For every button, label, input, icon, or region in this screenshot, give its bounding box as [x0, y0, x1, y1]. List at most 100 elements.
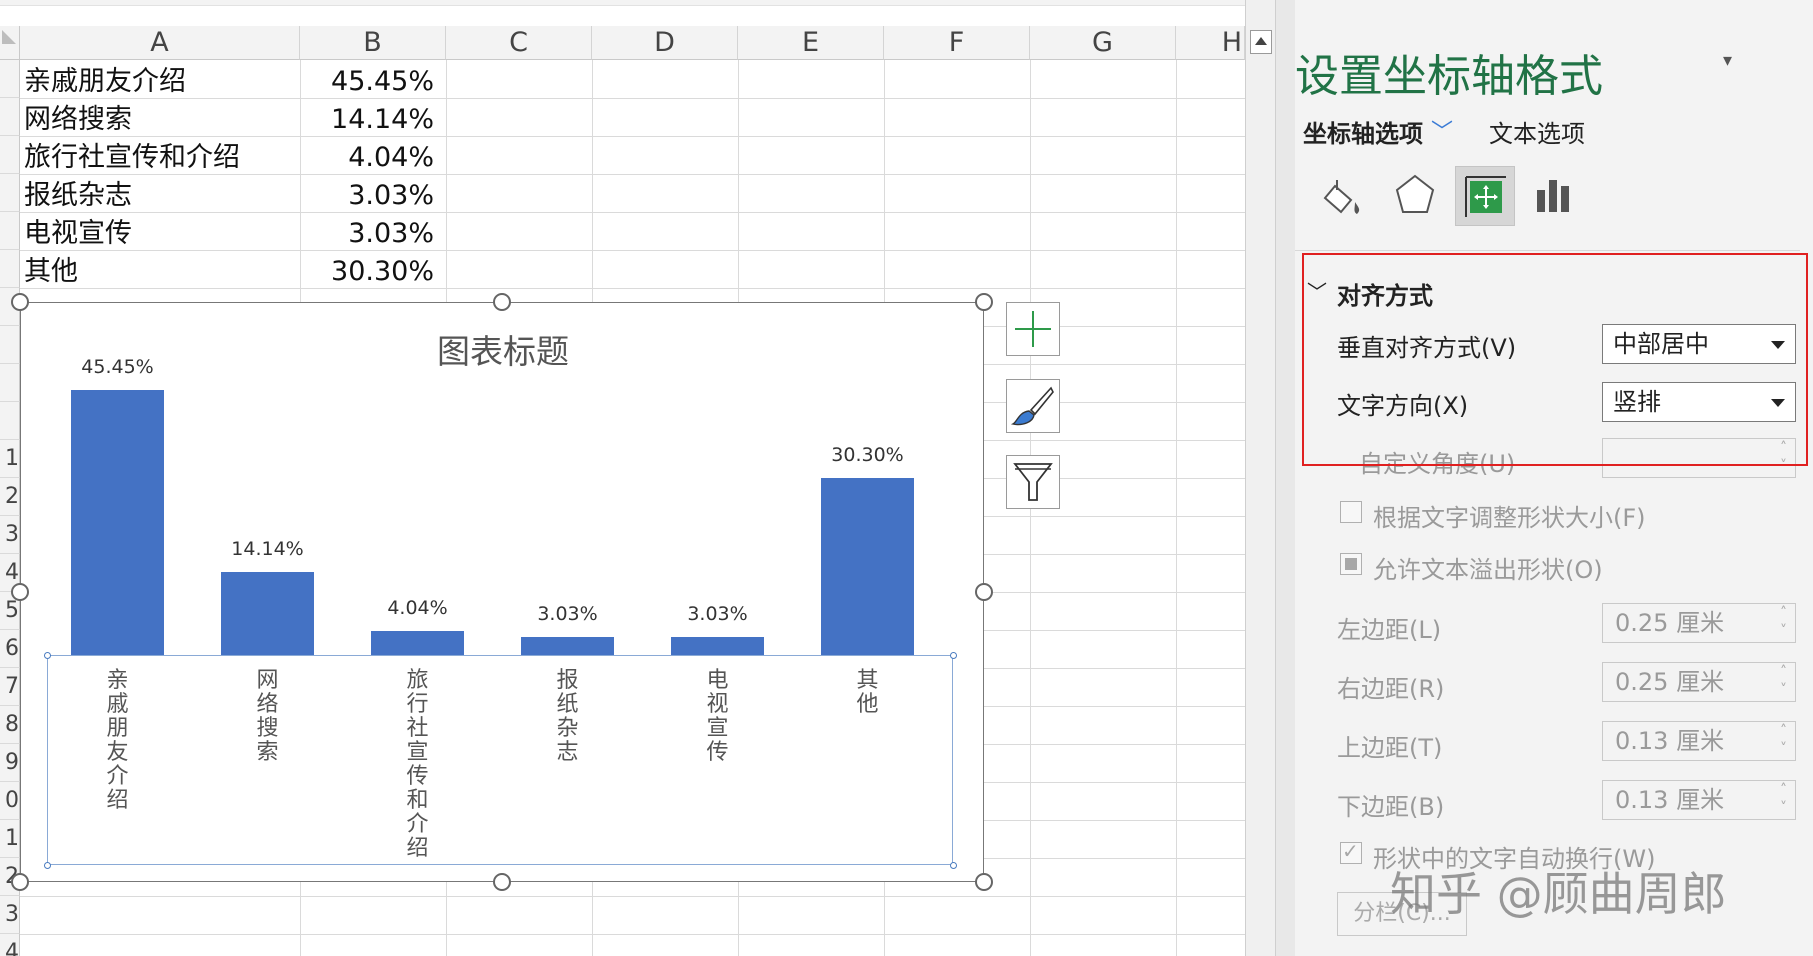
chart-resize-handle[interactable] — [975, 873, 993, 891]
axis-options-button[interactable] — [1525, 166, 1585, 226]
chart-resize-handle[interactable] — [11, 293, 29, 311]
cell-a4[interactable]: 报纸杂志 — [24, 177, 132, 215]
row-header[interactable]: 0 — [0, 782, 20, 820]
chart-resize-handle[interactable] — [11, 583, 29, 601]
bar-1[interactable] — [221, 572, 314, 655]
bar-3[interactable] — [521, 637, 614, 655]
row-header[interactable]: 8 — [0, 706, 20, 744]
column-header-g[interactable]: G — [1030, 26, 1176, 60]
category-label-4[interactable]: 电视宣传 — [703, 669, 733, 765]
spin-down-icon[interactable]: ˅ — [1780, 742, 1787, 756]
category-axis-selected[interactable] — [47, 655, 953, 865]
effects-button[interactable] — [1385, 166, 1445, 226]
chart-elements-button[interactable] — [1006, 302, 1060, 356]
spin-up-icon[interactable]: ˄ — [1780, 783, 1787, 797]
row-header[interactable] — [0, 364, 20, 402]
chart-resize-handle[interactable] — [493, 873, 511, 891]
axis-handle[interactable] — [44, 652, 51, 659]
row-header[interactable]: 6 — [0, 630, 20, 668]
chart-resize-handle[interactable] — [11, 873, 29, 891]
spin-down-icon[interactable]: ˅ — [1780, 683, 1787, 697]
resize-shape-checkbox[interactable] — [1340, 501, 1362, 523]
cell-b1[interactable]: 45.45% — [300, 63, 434, 101]
row-header[interactable]: 1 — [0, 440, 20, 478]
column-header-b[interactable]: B — [300, 26, 446, 60]
category-label-0[interactable]: 亲戚朋友介绍 — [103, 669, 133, 813]
chart-resize-handle[interactable] — [975, 583, 993, 601]
cell-b3[interactable]: 4.04% — [300, 139, 434, 177]
spin-up-icon[interactable]: ˄ — [1780, 665, 1787, 679]
category-label-5[interactable]: 其他 — [853, 669, 883, 717]
spin-down-icon[interactable]: ˅ — [1780, 624, 1787, 638]
tab-axis-options[interactable]: 坐标轴选项 — [1303, 114, 1423, 149]
cell-a2[interactable]: 网络搜索 — [24, 101, 132, 139]
axis-handle[interactable] — [950, 652, 957, 659]
tab-text-options[interactable]: 文本选项 — [1489, 114, 1585, 149]
pane-options-icon[interactable]: ▾ — [1723, 50, 1732, 71]
cell-b4[interactable]: 3.03% — [300, 177, 434, 215]
bar-2[interactable] — [371, 631, 464, 655]
row-header[interactable]: 4 — [0, 934, 20, 956]
chart-area[interactable]: 图表标题 45.45% 亲戚朋友介绍 14.14% 网络搜索 4.04% 旅行社宣传和介绍… — [20, 302, 984, 882]
bar-4[interactable] — [671, 637, 764, 655]
chart-filter-button[interactable] — [1006, 455, 1060, 509]
row-header[interactable]: 7 — [0, 668, 20, 706]
spin-down-icon[interactable]: ˅ — [1780, 801, 1787, 815]
right-margin-spinner[interactable]: 0.25 厘米 ˄ ˅ — [1602, 662, 1796, 702]
column-header-c[interactable]: C — [446, 26, 592, 60]
size-properties-button[interactable] — [1455, 166, 1515, 226]
chart-styles-button[interactable] — [1006, 379, 1060, 433]
left-margin-spinner[interactable]: 0.25 厘米 ˄ ˅ — [1602, 603, 1796, 643]
cell-a3[interactable]: 旅行社宣传和介绍 — [24, 139, 240, 177]
row-header[interactable] — [0, 136, 20, 174]
cell-a1[interactable]: 亲戚朋友介绍 — [24, 63, 186, 101]
row-header[interactable] — [0, 60, 20, 98]
overflow-checkbox[interactable] — [1340, 553, 1362, 575]
vertical-scrollbar[interactable] — [1245, 0, 1276, 956]
category-label-3[interactable]: 报纸杂志 — [553, 669, 583, 765]
top-margin-spinner[interactable]: 0.13 厘米 ˄ ˅ — [1602, 721, 1796, 761]
row-header[interactable]: 2 — [0, 478, 20, 516]
spin-up-icon[interactable]: ˄ — [1780, 606, 1787, 620]
pane-splitter[interactable] — [1276, 0, 1295, 956]
fill-line-button[interactable] — [1315, 166, 1375, 226]
wrap-text-checkbox[interactable] — [1340, 839, 1362, 864]
cell-b5[interactable]: 3.03% — [300, 215, 434, 253]
chart-resize-handle[interactable] — [975, 293, 993, 311]
row-header[interactable] — [0, 402, 20, 440]
chevron-down-icon[interactable]: ﹀ — [1431, 114, 1453, 146]
row-header[interactable] — [0, 212, 20, 250]
data-label-1[interactable]: 14.14% — [208, 538, 328, 560]
row-header[interactable]: 1 — [0, 820, 20, 858]
bar-5[interactable] — [821, 478, 914, 655]
bar-0[interactable] — [71, 389, 164, 655]
axis-handle[interactable] — [950, 862, 957, 869]
column-header-f[interactable]: F — [884, 26, 1030, 60]
row-header[interactable]: 9 — [0, 744, 20, 782]
row-header[interactable] — [0, 326, 20, 364]
data-label-2[interactable]: 4.04% — [358, 597, 478, 619]
row-header[interactable] — [0, 98, 20, 136]
data-label-5[interactable]: 30.30% — [808, 444, 928, 466]
cell-a6[interactable]: 其他 — [24, 253, 78, 291]
category-label-2[interactable]: 旅行社宣传和介绍 — [403, 669, 433, 861]
cell-a5[interactable]: 电视宣传 — [24, 215, 132, 253]
data-label-4[interactable]: 3.03% — [658, 603, 778, 625]
spin-up-icon[interactable]: ˄ — [1780, 724, 1787, 738]
row-header[interactable] — [0, 250, 20, 288]
bottom-margin-spinner[interactable]: 0.13 厘米 ˄ ˅ — [1602, 780, 1796, 820]
row-header[interactable] — [0, 174, 20, 212]
axis-handle[interactable] — [44, 862, 51, 869]
column-header-a[interactable]: A — [20, 26, 300, 60]
spreadsheet-grid[interactable]: A B C D E F G H 12345678901234 亲戚朋友介绍 45… — [0, 0, 1245, 956]
cell-b6[interactable]: 30.30% — [300, 253, 434, 291]
cell-b2[interactable]: 14.14% — [300, 101, 434, 139]
column-header-e[interactable]: E — [738, 26, 884, 60]
row-header[interactable]: 3 — [0, 516, 20, 554]
data-label-0[interactable]: 45.45% — [58, 356, 178, 378]
category-label-1[interactable]: 网络搜索 — [253, 669, 283, 765]
chart-resize-handle[interactable] — [493, 293, 511, 311]
data-label-3[interactable]: 3.03% — [508, 603, 628, 625]
column-header-h[interactable]: H — [1176, 26, 1245, 60]
scroll-up-arrow-icon[interactable] — [1250, 30, 1272, 54]
